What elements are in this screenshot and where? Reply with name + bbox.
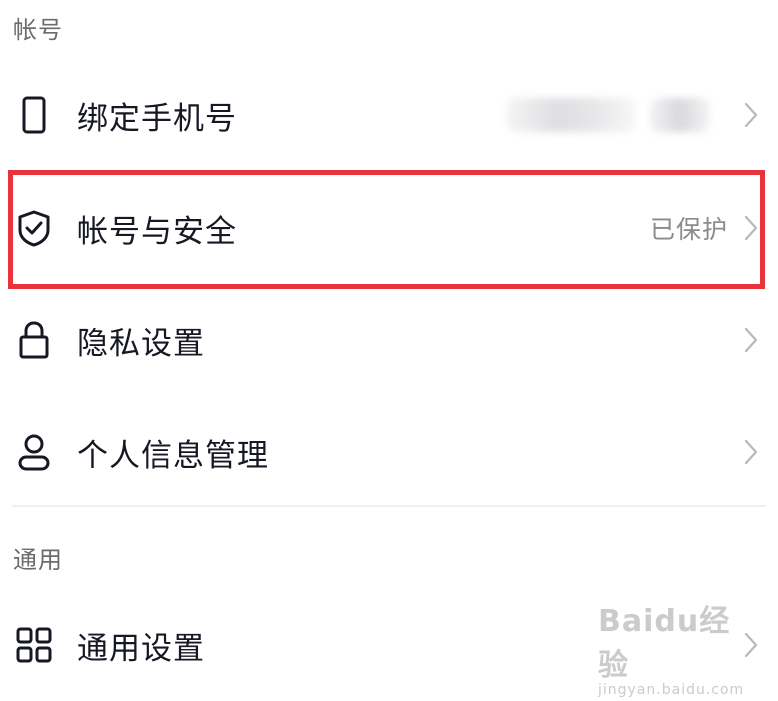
watermark-url: jingyan.baidu.com bbox=[598, 682, 745, 698]
baidu-jingyan-watermark: Baidu经验 jingyan.baidu.com bbox=[598, 596, 748, 698]
settings-item-label: 个人信息管理 bbox=[77, 437, 269, 474]
phone-icon bbox=[14, 95, 54, 135]
masked-phone-number bbox=[506, 93, 726, 137]
settings-item-label: 隐私设置 bbox=[77, 325, 205, 362]
grid-icon bbox=[14, 625, 54, 665]
settings-item-label: 通用设置 bbox=[77, 630, 205, 667]
security-status-text: 已保护 bbox=[649, 215, 728, 244]
shield-check-icon bbox=[14, 208, 54, 248]
section-header-general: 通用 bbox=[13, 546, 63, 574]
settings-item-label: 绑定手机号 bbox=[77, 100, 237, 137]
settings-item-account-security[interactable]: 帐号与安全 已保护 bbox=[0, 172, 778, 284]
settings-item-personal-info[interactable]: 个人信息管理 bbox=[0, 396, 778, 508]
lock-icon bbox=[14, 320, 54, 360]
settings-item-bind-phone[interactable]: 绑定手机号 bbox=[0, 59, 778, 171]
chevron-right-icon bbox=[742, 438, 760, 466]
chevron-right-icon bbox=[742, 101, 760, 129]
user-icon bbox=[14, 432, 54, 472]
watermark-logo: Baidu经验 bbox=[598, 604, 731, 683]
chevron-right-icon bbox=[742, 326, 760, 354]
section-divider bbox=[12, 505, 766, 507]
section-header-account: 帐号 bbox=[13, 16, 63, 44]
chevron-right-icon bbox=[742, 214, 760, 242]
settings-item-privacy[interactable]: 隐私设置 bbox=[0, 284, 778, 396]
settings-item-label: 帐号与安全 bbox=[77, 213, 237, 250]
